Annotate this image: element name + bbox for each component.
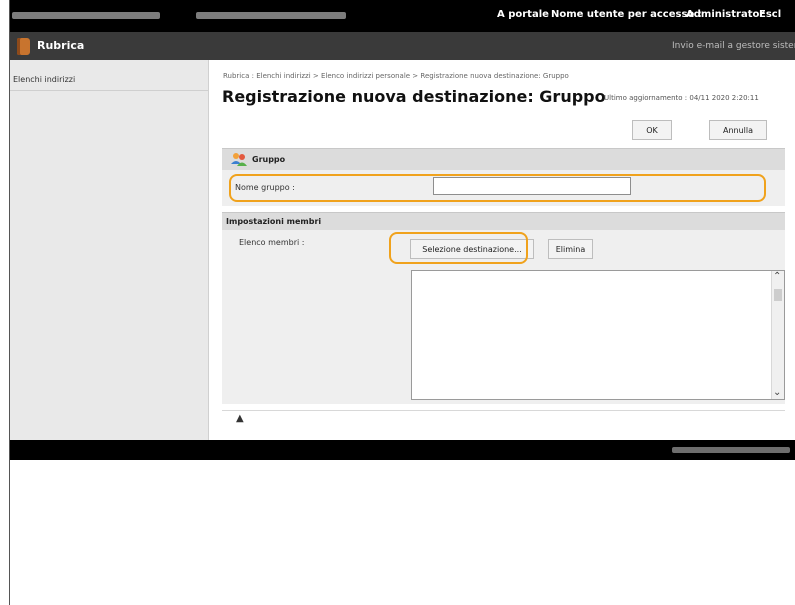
main-content: Rubrica : Elenchi indirizzi > Elenco ind… — [209, 60, 795, 440]
group-name-highlight — [229, 174, 766, 202]
top-bar: A portale Nome utente per accesso : Admi… — [10, 0, 795, 32]
copyright-redacted — [672, 447, 790, 453]
group-icon — [231, 153, 247, 166]
ok-button[interactable]: OK — [632, 120, 672, 140]
login-user-label: Nome utente per accesso : — [551, 9, 702, 20]
address-book-icon — [17, 38, 30, 55]
member-list[interactable]: ⌃ ⌄ — [411, 270, 785, 400]
page-title: Registrazione nuova destinazione: Gruppo — [222, 87, 606, 106]
app-header: Rubrica Invio e-mail a gestore sistema — [10, 32, 795, 60]
footer — [10, 440, 795, 460]
scroll-up-icon[interactable]: ⌃ — [773, 272, 781, 282]
back-to-top-icon[interactable]: ▲ — [236, 413, 244, 424]
breadcrumb: Rubrica : Elenchi indirizzi > Elenco ind… — [223, 72, 569, 80]
device-address-redacted — [196, 12, 346, 19]
app-title: Rubrica — [37, 39, 85, 52]
sidebar-divider — [10, 90, 208, 91]
sidebar-item-address-lists[interactable]: Elenchi indirizzi — [13, 75, 75, 84]
portal-link[interactable]: A portale — [497, 9, 549, 20]
scroll-down-icon[interactable]: ⌄ — [773, 388, 781, 398]
logout-link[interactable]: Escl — [759, 9, 781, 20]
members-section-header: Impostazioni membri — [222, 212, 785, 230]
mail-admin-link[interactable]: Invio e-mail a gestore sistema — [672, 41, 795, 51]
member-list-scrollbar[interactable]: ⌃ ⌄ — [771, 271, 784, 399]
select-destination-highlight — [389, 232, 528, 264]
group-section-title: Gruppo — [252, 155, 286, 164]
group-section-header: Gruppo — [222, 148, 785, 170]
members-section-title: Impostazioni membri — [226, 217, 322, 226]
last-update: Ultimo aggiornamento : 04/11 2020 2:20:1… — [604, 94, 759, 102]
scroll-thumb[interactable] — [774, 289, 782, 301]
sidebar: Elenchi indirizzi — [10, 60, 209, 440]
section-divider — [222, 410, 785, 411]
cancel-button[interactable]: Annulla — [709, 120, 767, 140]
device-name-redacted — [12, 12, 160, 19]
delete-member-button[interactable]: Elimina — [548, 239, 593, 259]
browser-page: A portale Nome utente per accesso : Admi… — [9, 0, 795, 605]
login-user-name: Administrator — [686, 9, 765, 20]
member-list-label: Elenco membri : — [239, 238, 305, 247]
